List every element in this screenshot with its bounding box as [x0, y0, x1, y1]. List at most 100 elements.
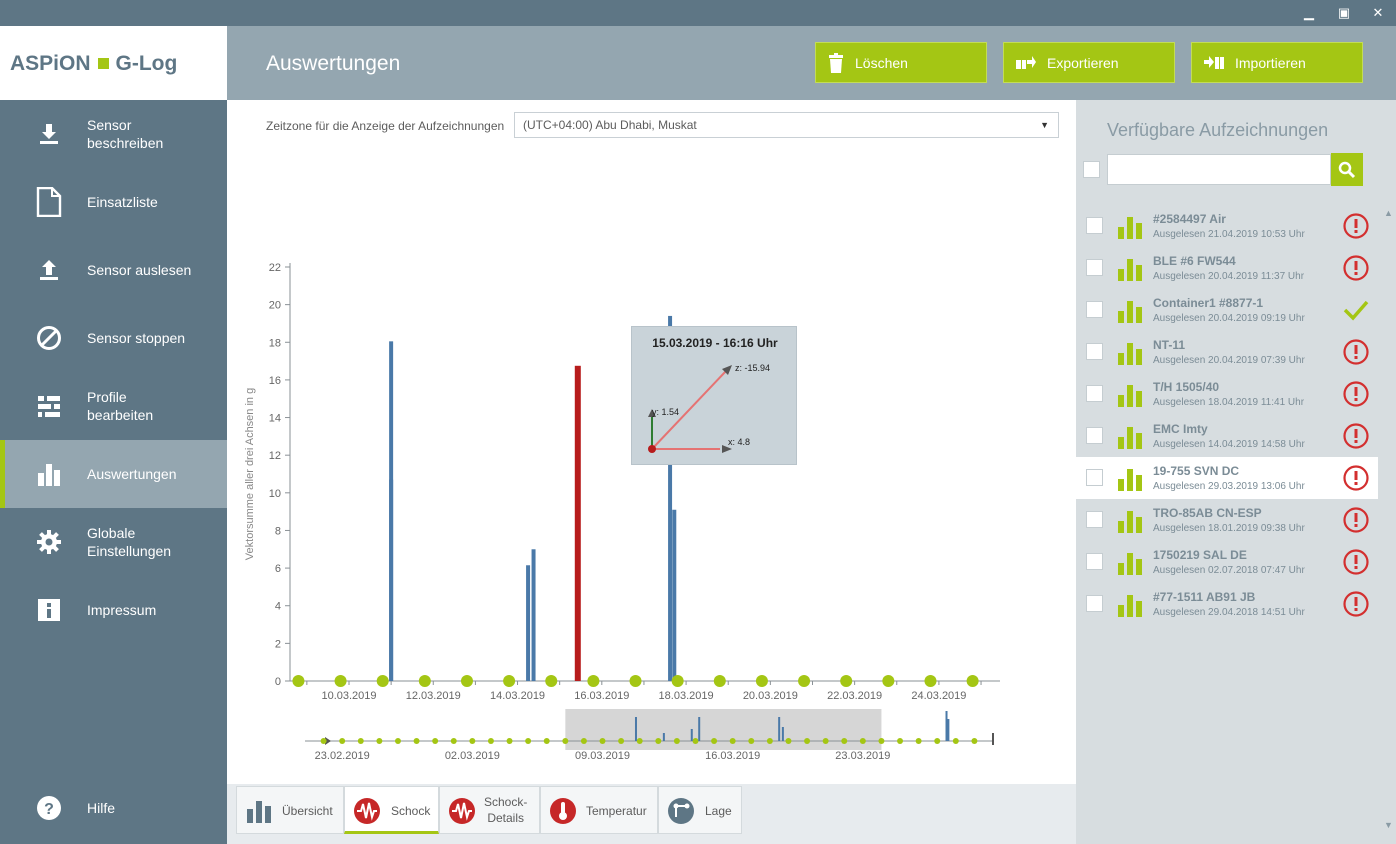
sidebar-item-label: Sensor stoppen [87, 330, 186, 346]
logo-area: ASPiON G-Log [0, 26, 227, 100]
record-name: #2584497 Air [1153, 212, 1226, 226]
record-bars-icon [1118, 343, 1142, 365]
select-all-checkbox[interactable] [1083, 161, 1100, 178]
sidebar-item-impressum[interactable]: Impressum [0, 576, 227, 644]
search-button[interactable] [1331, 153, 1363, 186]
timeline-marker [882, 675, 895, 687]
scroll-up-icon[interactable]: ▲ [1384, 208, 1393, 218]
record-name: Container1 #8877-1 [1153, 296, 1264, 310]
overview-marker [506, 738, 513, 744]
record-checkbox[interactable] [1086, 343, 1103, 360]
records-search-input[interactable] [1107, 154, 1331, 185]
sidebar-item-sensor-stoppen[interactable]: Sensor stoppen [0, 304, 227, 372]
sidebar-item-hilfe[interactable]: ? Hilfe [0, 774, 227, 842]
help-icon: ? [35, 794, 63, 822]
record-checkbox[interactable] [1086, 385, 1103, 402]
record-checkbox[interactable] [1086, 217, 1103, 234]
record-item[interactable]: TRO-85AB CN-ESP Ausgelesen 18.01.2019 09:… [1076, 499, 1378, 541]
export-button-label: Exportieren [1047, 54, 1119, 71]
sidebar-item-sensor-beschreiben[interactable]: Sensor beschreiben [0, 100, 227, 168]
sidebar-item-einsatzliste[interactable]: Einsatzliste [0, 168, 227, 236]
record-item[interactable]: #77-1511 AB91 JB Ausgelesen 29.04.2018 14… [1076, 583, 1378, 625]
record-checkbox[interactable] [1086, 259, 1103, 276]
y-tick-label: 14 [269, 413, 281, 425]
timeline-marker [587, 675, 600, 687]
timeline-marker [713, 675, 726, 687]
minimize-button[interactable]: ▁ [1298, 3, 1320, 23]
record-item[interactable]: 1750219 SAL DE Ausgelesen 02.07.2018 07:4… [1076, 541, 1378, 583]
record-item[interactable]: #2584497 Air Ausgelesen 21.04.2019 10:53 … [1076, 205, 1378, 247]
timezone-label: Zeitzone für die Anzeige der Aufzeichnun… [266, 119, 505, 133]
record-item[interactable]: NT-11 Ausgelesen 20.04.2019 07:39 Uhr [1076, 331, 1378, 373]
record-checkbox[interactable] [1086, 511, 1103, 528]
tab-temperatur[interactable]: Temperatur [540, 786, 658, 834]
export-button[interactable]: Exportieren [1003, 42, 1175, 83]
record-read-date: Ausgelesen 20.04.2019 11:37 Uhr [1153, 271, 1305, 282]
record-checkbox[interactable] [1086, 553, 1103, 570]
import-icon [1204, 55, 1224, 69]
gear-icon [35, 528, 63, 556]
tab-schock-details[interactable]: Schock- Details [439, 786, 540, 834]
records-panel: Verfügbare Aufzeichnungen ▲ ▼ #2584497 A… [1076, 100, 1396, 844]
sidebar-item-globale-einstellungen[interactable]: Globale Einstellungen [0, 508, 227, 576]
overview-marker [841, 738, 848, 744]
record-read-date: Ausgelesen 29.03.2019 13:06 Uhr [1153, 481, 1305, 492]
record-item[interactable]: EMC Imty Ausgelesen 14.04.2019 14:58 Uhr [1076, 415, 1378, 457]
alert-icon [1343, 465, 1369, 491]
overview-marker [432, 738, 439, 744]
overview-marker [897, 738, 904, 744]
logo-text-glog: G-Log [115, 52, 178, 75]
chart-tooltip: 15.03.2019 - 16:16 Uhr z: -15.94 y: 1.54… [631, 326, 797, 465]
record-checkbox[interactable] [1086, 595, 1103, 612]
record-item[interactable]: 19-755 SVN DC Ausgelesen 29.03.2019 13:06… [1076, 457, 1378, 499]
shock-bar [526, 565, 531, 681]
overview-marker [934, 738, 941, 744]
close-button[interactable]: ✕ [1367, 3, 1389, 23]
record-checkbox[interactable] [1086, 301, 1103, 318]
record-item[interactable]: BLE #6 FW544 Ausgelesen 20.04.2019 11:37 … [1076, 247, 1378, 289]
shock-details-icon [449, 798, 475, 824]
import-button[interactable]: Importieren [1191, 42, 1363, 83]
overview-marker [357, 738, 364, 744]
record-name: BLE #6 FW544 [1153, 254, 1236, 268]
overview-spike [634, 717, 637, 741]
overview-marker [878, 738, 885, 744]
overview-date-label: 23.02.2019 [315, 750, 370, 762]
y-tick-label: 20 [269, 300, 281, 312]
overview-marker [487, 738, 494, 744]
sidebar-item-profile-bearbeiten[interactable]: Profile bearbeiten [0, 372, 227, 440]
tab-uebersicht[interactable]: Übersicht [236, 786, 344, 834]
scroll-down-icon[interactable]: ▼ [1384, 820, 1393, 830]
timezone-select[interactable]: (UTC+04:00) Abu Dhabi, Muskat ▼ [514, 112, 1059, 138]
x-tick-label: 12.03.2019 [406, 690, 461, 702]
record-bars-icon [1118, 385, 1142, 407]
record-name: NT-11 [1153, 338, 1186, 352]
overview-marker [413, 738, 420, 744]
logo-text-aspion: ASPiON [10, 52, 91, 75]
y-tick-label: 4 [275, 601, 281, 613]
timeline-marker [840, 675, 853, 687]
tab-label: Übersicht [282, 804, 333, 818]
record-checkbox[interactable] [1086, 469, 1103, 486]
timeline-marker [460, 675, 473, 687]
record-checkbox[interactable] [1086, 427, 1103, 444]
sidebar-item-sensor-auslesen[interactable]: Sensor auslesen [0, 236, 227, 304]
record-item[interactable]: Container1 #8877-1 Ausgelesen 20.04.2019 … [1076, 289, 1378, 331]
position-icon [668, 798, 694, 824]
alert-icon [1343, 549, 1369, 575]
overview-date-label: 09.03.2019 [575, 750, 630, 762]
sidebar-item-auswertungen[interactable]: Auswertungen [0, 440, 227, 508]
record-item[interactable]: T/H 1505/40 Ausgelesen 18.04.2019 11:41 U… [1076, 373, 1378, 415]
record-bars-icon [1118, 553, 1142, 575]
overview-marker [915, 738, 922, 744]
delete-button[interactable]: Löschen [815, 42, 987, 83]
y-tick-label: 6 [275, 563, 281, 575]
overview-marker [599, 738, 606, 744]
record-bars-icon [1118, 217, 1142, 239]
tab-lage[interactable]: Lage [658, 786, 742, 834]
maximize-button[interactable]: ▣ [1333, 3, 1355, 23]
import-button-label: Importieren [1235, 54, 1306, 71]
highlighted-shock-bar [574, 365, 581, 681]
sliders-icon [35, 392, 63, 420]
tab-schock[interactable]: Schock [344, 786, 439, 834]
